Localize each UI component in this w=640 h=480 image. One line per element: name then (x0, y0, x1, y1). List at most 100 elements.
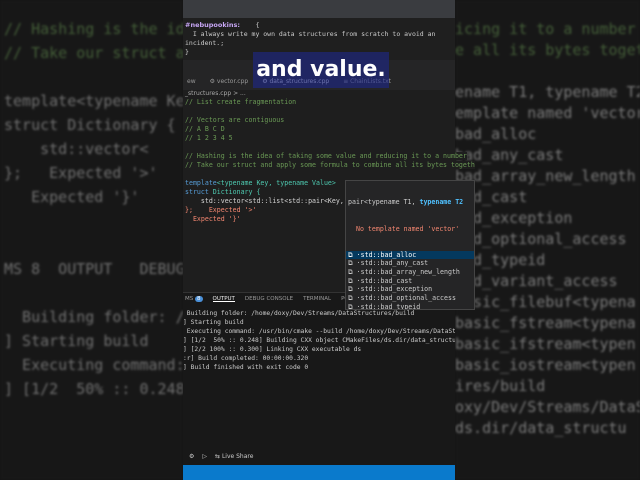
autocomplete-item[interactable]: ⧉ ·std::bad_any_cast (346, 259, 474, 268)
output-line: ] Build finished with exit code 0 (183, 364, 309, 371)
class-icon: ⧉ ·std:: (348, 285, 381, 294)
chat-line: incident.; (185, 39, 225, 47)
background-line: ds.dir/data_structu (455, 419, 627, 437)
output-line: ] [2/2 100% :: 0.300] Linking CXX execut… (183, 346, 362, 353)
tab-partial[interactable]: ew (183, 78, 206, 90)
output-line: ] [1/2 50% :: 0.248] Building CXX object… (183, 337, 455, 344)
play-icon[interactable]: ▷ (202, 453, 207, 460)
chat-brace: } (185, 48, 189, 56)
code-line: // 1 2 3 4 5 (185, 134, 233, 142)
autocomplete-item[interactable]: ⧉ ·std::bad_exception (346, 285, 474, 294)
autocomplete-popup: pair<typename T1, typename T2 No templat… (345, 180, 475, 310)
output-line: ] Starting build (183, 319, 244, 326)
class-icon: ⧉ ·std:: (348, 268, 381, 277)
signature-param: typename T2 (419, 198, 464, 207)
background-line: bad_optional_access (455, 230, 627, 248)
code-line: // A B C D (185, 125, 225, 133)
progress-bar (183, 465, 455, 480)
tab-debug-console[interactable]: DEBUG CONSOLE (245, 296, 293, 302)
code-keyword: template (185, 179, 217, 187)
autocomplete-item-label: bad_any_cast (380, 259, 429, 268)
background-line: bad_variant_access (455, 272, 618, 290)
chat-line: I always write my own data structures fr… (185, 30, 436, 38)
chat-brace: { (255, 21, 260, 29)
background-line: basic_ifstream<typen (455, 335, 636, 353)
code-line: std::vector<std::list<std::pair<Key, Ba (185, 197, 356, 205)
autocomplete-item-label: bad_exception (380, 285, 433, 294)
autocomplete-item[interactable]: ⧉ ·std::bad_optional_access (346, 294, 474, 303)
output-line: Executing command: /usr/bin/cmake --buil… (183, 328, 455, 335)
autocomplete-item[interactable]: ⧉ ·std::bad_alloc (346, 250, 474, 260)
background-line: emplate named 'vector (455, 104, 640, 122)
background-line: basic_iostream<typen (455, 356, 636, 374)
autocomplete-item[interactable]: ⧉ ·std::bad_typeid (346, 302, 474, 310)
background-line: ires/build (455, 377, 546, 395)
background-line: Building folder: /ho (4, 308, 183, 326)
blurred-background-left: // Hashing is the ide // Take our struct … (0, 0, 183, 480)
class-icon: ⧉ ·std:: (348, 250, 381, 259)
background-line: Expected '}' (4, 188, 140, 206)
background-line: template<typename Key (4, 92, 183, 110)
autocomplete-item-label: bad_cast (380, 276, 413, 285)
error-hint: Expected '>' (192, 206, 257, 214)
live-share-button[interactable]: ⇆ Live Share (215, 453, 253, 460)
autocomplete-item-label: bad_optional_access (380, 294, 456, 303)
autocomplete-error: No template named 'vector' (356, 224, 460, 233)
background-line: std::vector< (4, 140, 149, 158)
background-line: Executing command: / (4, 356, 183, 374)
error-hint: Expected '}' (185, 215, 241, 223)
background-line: ] [1/2 50% :: 0.248] (4, 380, 183, 398)
class-icon: ⧉ ·std:: (348, 294, 381, 303)
output-log: Building folder: /home/doxy/Dev/Streams/… (183, 305, 455, 372)
background-line: icing it to a number (455, 20, 636, 38)
autocomplete-item[interactable]: ⧉ ·std::bad_cast (346, 277, 474, 286)
breadcrumb[interactable]: _structures.cpp > ... (183, 90, 455, 98)
background-line: MS 8 OUTPUT DEBUG CO (4, 260, 183, 278)
tab-terminal[interactable]: TERMINAL (303, 296, 331, 302)
code-line: // List create fragmentation (185, 98, 297, 106)
background-line: basic_filebuf<typena (455, 293, 636, 311)
background-line: }; Expected '>' (4, 164, 158, 182)
tab-label: MS (185, 296, 194, 302)
autocomplete-item-label: bad_typeid (380, 302, 421, 310)
background-line: bad_alloc (455, 125, 537, 143)
background-line: bad_array_new_length (455, 167, 636, 185)
autocomplete-item-label: bad_alloc (380, 250, 417, 259)
class-icon: ⧉ ·std:: (348, 276, 381, 285)
tab-problems[interactable]: MS 8 (185, 296, 203, 302)
code-line: Dictionary { (212, 188, 261, 196)
code-line: <typename Key, typename Value> (216, 179, 336, 187)
background-line: oxy/Dev/Streams/DataStr (455, 398, 640, 416)
background-line: struct Dictionary { (4, 116, 176, 134)
code-line: // Vectors are contiguous (185, 116, 285, 124)
gear-icon[interactable]: ⚙ (189, 453, 194, 460)
vscode-window: #nebupookins: { I always write my own da… (183, 0, 475, 480)
code-line: }; (185, 206, 193, 214)
live-share-label: Live Share (221, 452, 254, 460)
video-caption: and value. (253, 52, 389, 88)
code-keyword: struct (185, 188, 213, 196)
background-line: // Hashing is the ide (4, 20, 183, 38)
background-line: e all its bytes toget (455, 41, 640, 59)
background-line: basic_fstream<typena (455, 314, 636, 332)
background-line: ename T1, typename T2 (455, 83, 640, 101)
autocomplete-item-label: bad_array_new_length (380, 268, 460, 277)
class-icon: ⧉ ·std:: (348, 259, 381, 268)
code-line: // Take our struct and apply some formul… (185, 161, 475, 169)
bottom-panel: MS 8 OUTPUT DEBUG CONSOLE TERMINAL PORTS… (183, 292, 455, 467)
background-line: // Take our struct a (4, 44, 183, 62)
title-bar (183, 0, 455, 18)
tab-vector-cpp[interactable]: ⚙ vector.cpp (206, 78, 259, 90)
code-line: // Hashing is the idea of taking some va… (185, 152, 467, 160)
problems-badge: 8 (195, 296, 203, 302)
autocomplete-item[interactable]: ⧉ ·std::bad_array_new_length (346, 268, 474, 277)
chat-username: #nebupookins: (185, 21, 240, 29)
signature-hint: pair<typename T1, typename T2 (346, 198, 474, 207)
signature-text: pair<typename T1, (348, 198, 420, 207)
output-line: Building folder: /home/doxy/Dev/Streams/… (183, 310, 415, 317)
status-bar: ⚙ ▷ ⇆ Live Share (183, 447, 455, 465)
tab-output[interactable]: OUTPUT (212, 296, 235, 302)
background-line: ] Starting build (4, 332, 149, 350)
blurred-background-right: icing it to a number e all its bytes toge… (455, 0, 640, 480)
class-icon: ⧉ ·std:: (348, 302, 381, 310)
